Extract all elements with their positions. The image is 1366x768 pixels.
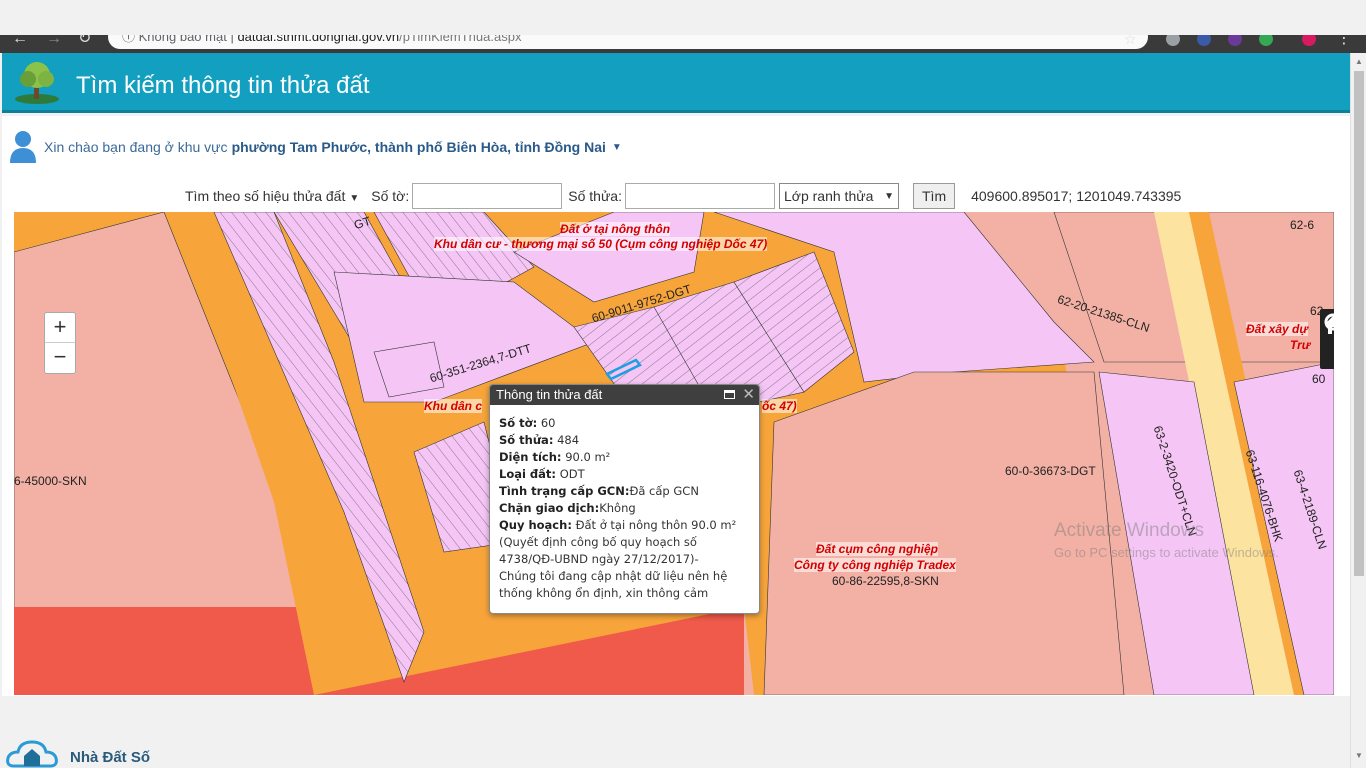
caret-down-icon: ▼ [884,190,894,202]
page-header: Tìm kiếm thông tin thửa đất [2,53,1350,113]
info-row: Diện tích: 90.0 m² [499,450,611,464]
profile-avatar-icon[interactable] [1302,35,1316,46]
brand-logo: Nhà Đất Số [6,732,150,768]
map-label: 60 [1312,372,1326,386]
greeting-text: Xin chào bạn đang ở khu vực [44,139,228,155]
info-row: Số thửa: 484 [499,433,580,447]
map-tools [1320,309,1334,369]
map-label: Trư [1290,338,1311,352]
search-icon [1324,313,1334,331]
info-row: Quy hoạch: Đất ở tại nông thôn 90.0 m² [499,518,737,532]
menu-dots-icon[interactable]: ⋮ [1336,35,1352,47]
so-to-label: Số tờ: [371,188,410,204]
map-label: Công ty công nghiệp Tradex [794,558,956,572]
security-label: Không bảo mật [138,35,227,44]
info-icon: ⓘ [122,35,136,44]
popup-title: Thông tin thửa đất [496,387,603,402]
windows-watermark-subtitle: Go to PC settings to activate Windows. [1054,545,1279,560]
browser-toolbar: ← → ↻ ⓘ Không bảo mật | datdai.stnmt.don… [0,35,1366,53]
area-greeting: Xin chào bạn đang ở khu vực phường Tam P… [8,130,622,164]
caret-down-icon[interactable]: ▼ [349,193,359,204]
parcel-info-popup: Thông tin thửa đất ✕ Số tờ: 60 Số thửa: … [489,384,760,614]
user-icon [10,131,36,163]
info-row: Chặn giao dịch:Không [499,501,636,515]
bookmark-star-icon[interactable]: ☆ [1124,35,1137,46]
search-bar: Tìm theo số hiệu thửa đất ▼ Số tờ: Số thử… [185,183,1181,209]
page-scrollbar[interactable]: ▲ ▼ [1350,53,1366,768]
close-icon[interactable]: ✕ [742,385,755,405]
map-label: 62-6 [1290,218,1315,232]
map-label: 60-86-22595,8-SKN [832,574,939,588]
popup-body: Số tờ: 60 Số thửa: 484 Diện tích: 90.0 m… [490,405,759,612]
forward-icon[interactable]: → [46,35,62,47]
main-content: Xin chào bạn đang ở khu vực phường Tam P… [2,116,1350,696]
info-row: Loại đất: ODT [499,467,585,481]
so-thua-input[interactable] [625,183,775,209]
map-label: 60-0-36673-DGT [1005,464,1096,478]
scrollbar-thumb[interactable] [1354,71,1364,576]
map-label: Đất xây dự [1246,322,1308,336]
layer-select[interactable]: Lớp ranh thửa ▼ [779,183,899,209]
back-icon[interactable]: ← [12,35,28,47]
so-to-input[interactable] [412,183,563,209]
extension-icon[interactable] [1228,35,1242,46]
url-path: /pTimKiemThua.aspx [399,35,522,44]
windows-watermark-title: Activate Windows [1054,520,1204,541]
map-label: ốc 47) [762,399,797,413]
reload-icon[interactable]: ↻ [78,35,91,47]
page-title: Tìm kiếm thông tin thửa đất [76,72,370,99]
brand-name: Nhà Đất Số [70,749,151,766]
parcel-map[interactable]: Đất ở tại nông thôn Khu dân cư - thương … [14,212,1334,695]
tree-logo-icon [15,62,59,104]
extension-icon[interactable] [1166,35,1180,46]
url-host: datdai.stnmt.dongnai.gov.vn [237,35,400,44]
caret-down-icon[interactable]: ▼ [612,142,622,153]
coordinates-readout: 409600.895017; 1201049.743395 [971,188,1182,204]
notice-text: Chúng tôi đang cập nhật dữ liệu nên hệ t… [499,569,728,600]
popup-title-bar: Thông tin thửa đất ✕ [490,385,759,405]
info-row: Số tờ: 60 [499,416,556,430]
extension-icon[interactable] [1259,35,1273,46]
zoom-out-button[interactable]: − [45,343,75,373]
zoom-in-button[interactable]: + [45,313,75,343]
browser-top-strip [0,0,1366,35]
search-map-button[interactable] [1320,313,1334,369]
extension-icon[interactable] [1197,35,1211,46]
map-label: 6-45000-SKN [14,474,87,488]
search-mode-dropdown[interactable]: Tìm theo số hiệu thửa đất ▼ [185,188,359,204]
scroll-up-icon[interactable]: ▲ [1355,57,1363,66]
search-button[interactable]: Tìm [913,183,956,209]
maximize-icon[interactable] [724,390,735,399]
info-row: Tình trạng cấp GCN:Đã cấp GCN [499,484,699,498]
so-thua-label: Số thửa: [568,188,622,204]
map-label: Khu dân cư - thương mại số 50 (Cụm công … [434,237,768,251]
map-label: Đất cụm công nghiệp [816,542,939,556]
area-selector[interactable]: phường Tam Phước, thành phố Biên Hòa, tỉ… [232,139,606,155]
scroll-down-icon[interactable]: ▼ [1355,751,1363,760]
house-cloud-icon [6,740,58,768]
map-label: Khu dân c [424,399,483,413]
planning-note: (Quyết định công bố quy hoạch số 4738/QĐ… [499,535,699,566]
map-label: Đất ở tại nông thôn [560,222,671,236]
zoom-control: + − [44,312,76,374]
address-bar[interactable]: ⓘ Không bảo mật | datdai.stnmt.dongnai.g… [108,35,1148,49]
